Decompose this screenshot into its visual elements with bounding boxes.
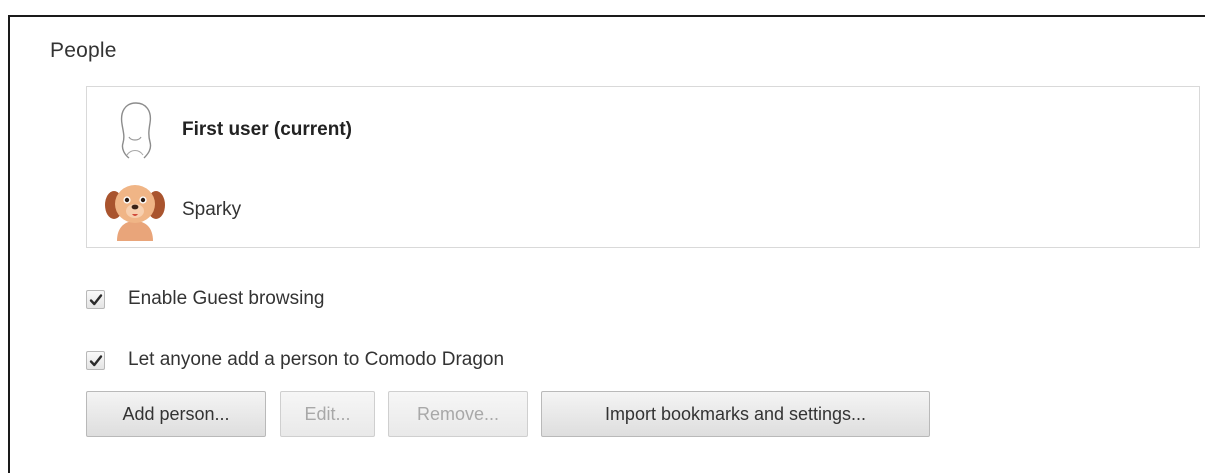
profile-row-sparky[interactable]: Sparky [87, 177, 1199, 247]
guest-browsing-checkbox[interactable] [86, 290, 105, 309]
profile-name: First user (current) [182, 119, 352, 140]
edit-button[interactable]: Edit... [280, 391, 375, 437]
section-title: People [50, 39, 117, 62]
generic-person-avatar-icon [103, 97, 167, 161]
profile-row-first-user[interactable]: First user (current) [87, 97, 1199, 167]
guest-browsing-label[interactable]: Enable Guest browsing [128, 288, 324, 310]
dog-avatar-icon [103, 177, 167, 241]
add-person-label[interactable]: Let anyone add a person to Comodo Dragon [128, 349, 504, 371]
profiles-list[interactable]: First user (current) Sparky [86, 86, 1200, 248]
add-person-button[interactable]: Add person... [86, 391, 266, 437]
profile-name: Sparky [182, 199, 242, 220]
import-bookmarks-button[interactable]: Import bookmarks and settings... [541, 391, 930, 437]
checkmark-icon [89, 355, 103, 367]
remove-button[interactable]: Remove... [388, 391, 528, 437]
checkmark-icon [89, 294, 103, 306]
add-person-checkbox[interactable] [86, 351, 105, 370]
